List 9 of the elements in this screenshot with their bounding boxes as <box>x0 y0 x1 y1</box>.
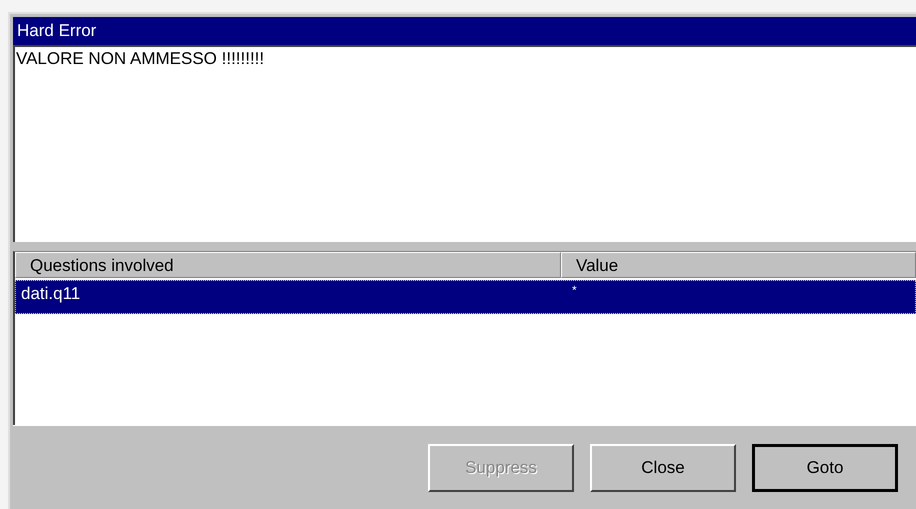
question-cell: dati.q11 <box>21 284 80 303</box>
column-header[interactable]: Questions involved <box>15 252 561 278</box>
window-title: Hard Error <box>13 17 916 45</box>
column-header[interactable]: Value <box>561 252 916 278</box>
list-row[interactable]: dati.q11 * <box>15 280 916 314</box>
dialog-button[interactable]: Close <box>590 444 736 492</box>
error-message: VALORE NON AMMESSO !!!!!!!!! <box>13 45 916 242</box>
value-cell-text: * <box>572 283 578 297</box>
dialog-button[interactable]: Goto <box>752 444 898 492</box>
